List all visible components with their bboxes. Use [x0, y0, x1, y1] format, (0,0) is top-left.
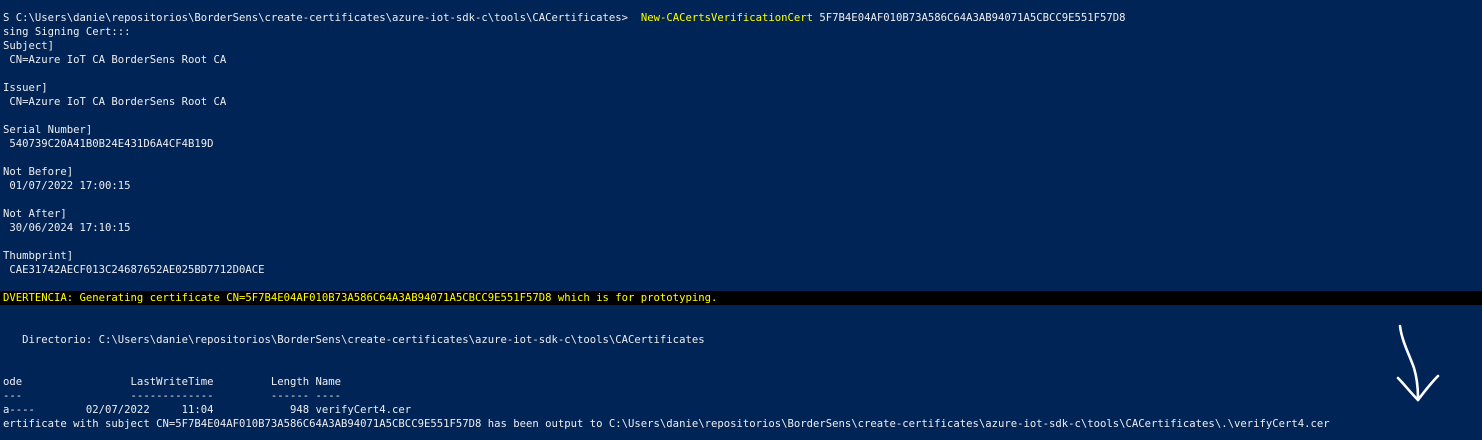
serial-value: 540739C20A41B0B24E431D6A4CF4B19D	[3, 138, 214, 150]
powershell-console[interactable]: S C:\Users\danie\repositorios\BorderSens…	[0, 0, 1482, 440]
not-before-value: 01/07/2022 17:00:15	[3, 180, 131, 192]
not-before-label: Not Before]	[3, 166, 74, 178]
listing-row: a---- 02/07/2022 11:04 948 verifyCert4.c…	[3, 404, 412, 416]
warning-message: DVERTENCIA: Generating certificate CN=5F…	[3, 292, 718, 304]
hand-drawn-down-arrow-icon	[1396, 324, 1440, 402]
command-argument: 5F7B4E04AF010B73A586C64A3AB94071A5CBCC9E…	[819, 12, 1126, 24]
directory-line: Directorio: C:\Users\danie\repositorios\…	[3, 334, 705, 346]
output-path-line: ertificate with subject CN=5F7B4E04AF010…	[3, 418, 1330, 430]
thumbprint-value: CAE31742AECF013C24687652AE025BD7712D0ACE	[3, 264, 265, 276]
command-name: New-CACertsVerificationCert	[640, 12, 814, 24]
signing-cert-line: sing Signing Cert:::	[3, 26, 131, 38]
prompt-path: S C:\Users\danie\repositorios\BorderSens…	[3, 12, 629, 24]
issuer-value: CN=Azure IoT CA BorderSens Root CA	[3, 96, 227, 108]
serial-label: Serial Number]	[3, 124, 93, 136]
issuer-label: Issuer]	[3, 82, 48, 94]
not-after-value: 30/06/2024 17:10:15	[3, 222, 131, 234]
thumbprint-label: Thumbprint]	[3, 250, 74, 262]
subject-label: Subject]	[3, 40, 55, 52]
listing-header: ode LastWriteTime Length Name	[3, 376, 342, 388]
not-after-label: Not After]	[3, 208, 67, 220]
subject-value: CN=Azure IoT CA BorderSens Root CA	[3, 54, 227, 66]
listing-separator: --- ------------- ------ ----	[3, 390, 342, 402]
prompt-line: S C:\Users\danie\repositorios\BorderSens…	[3, 11, 1126, 25]
